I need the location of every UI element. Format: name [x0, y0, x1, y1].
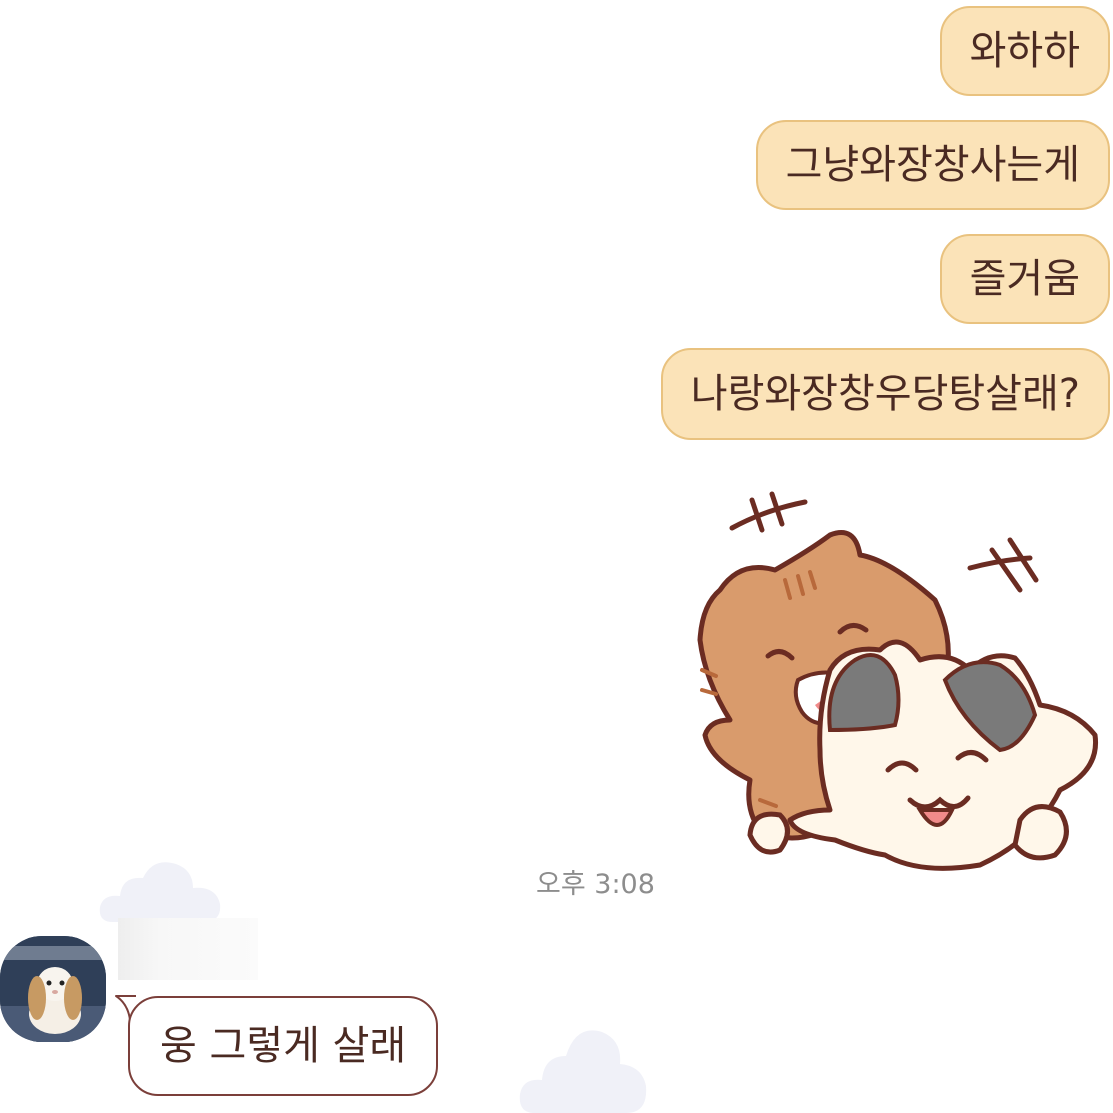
- incoming-message-bubble[interactable]: 웅 그렇게 살래: [128, 996, 439, 1096]
- cloud-decoration-icon: [519, 1030, 647, 1113]
- outgoing-message-bubble[interactable]: 와하하: [939, 6, 1110, 96]
- cat-sticker[interactable]: [680, 480, 1110, 880]
- chat-area[interactable]: 와하하 그냥와장창사는게 즐거움 나랑와장창우당탕살래? 오후 3:08 웅 그…: [0, 0, 1113, 1113]
- message-text: 그냥와장창사는게: [785, 142, 1080, 188]
- sender-name: [118, 918, 258, 980]
- hugging-cats-sticker-icon: [697, 491, 1099, 871]
- cloud-decoration-icon: [99, 862, 221, 922]
- message-text: 즐거움: [969, 256, 1080, 302]
- message-text: 나랑와장창우당탕살래?: [690, 371, 1080, 417]
- avatar[interactable]: [0, 936, 106, 1042]
- rabbit-avatar-icon: [0, 936, 106, 1042]
- message-text: 웅 그렇게 살래: [160, 1023, 407, 1069]
- message-text: 와하하: [969, 28, 1080, 74]
- outgoing-message-bubble[interactable]: 나랑와장창우당탕살래?: [660, 348, 1110, 440]
- message-timestamp: 오후 3:08: [536, 869, 655, 900]
- outgoing-message-bubble[interactable]: 그냥와장창사는게: [755, 120, 1110, 210]
- outgoing-message-bubble[interactable]: 즐거움: [939, 234, 1110, 324]
